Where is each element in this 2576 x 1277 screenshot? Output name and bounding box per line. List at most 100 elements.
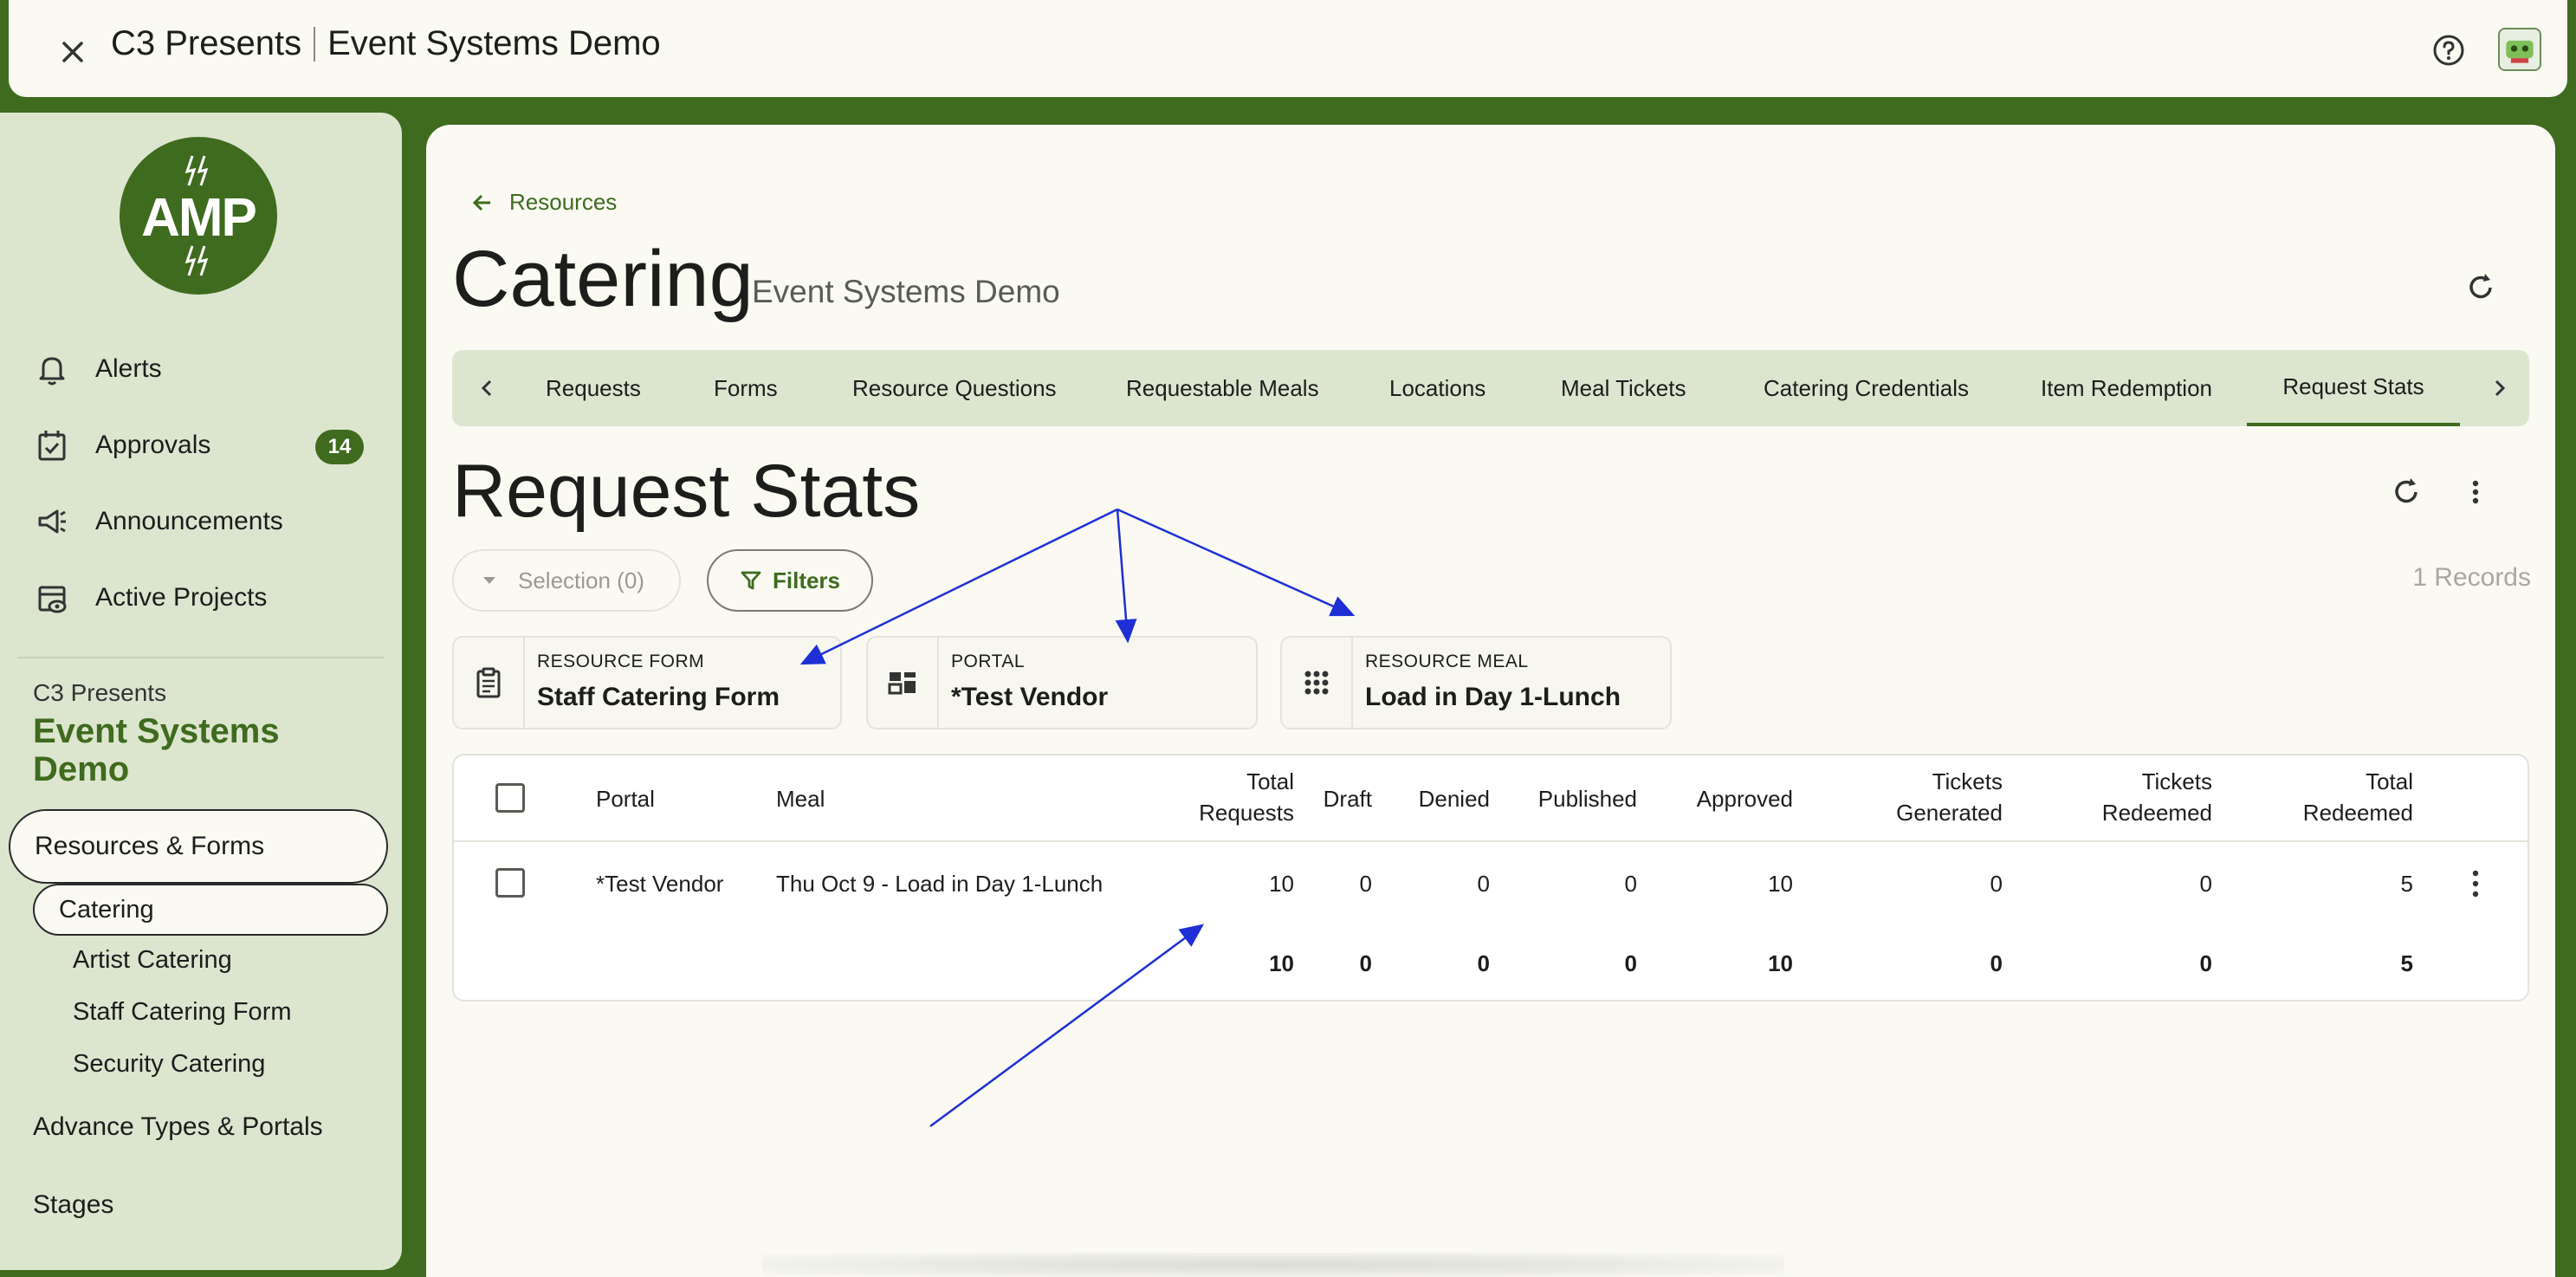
- help-icon[interactable]: [2430, 31, 2468, 69]
- chip-value: *Test Vendor: [951, 683, 1109, 711]
- filters-button[interactable]: Filters: [707, 549, 873, 612]
- chip-label: PORTAL: [951, 651, 1026, 671]
- nav-label: Alerts: [95, 354, 162, 383]
- column-header-tickets-generated[interactable]: Tickets Generated: [1793, 766, 2003, 828]
- chip-label: RESOURCE FORM: [537, 651, 705, 671]
- total-approved: 10: [1768, 950, 1793, 976]
- sidebar-divider: [17, 657, 385, 658]
- column-header-total-requests[interactable]: Total Requests: [1129, 766, 1294, 828]
- column-header-tickets-redeemed[interactable]: Tickets Redeemed: [2003, 766, 2212, 828]
- refresh-icon[interactable]: [2387, 473, 2425, 511]
- total-published: 0: [1624, 950, 1637, 976]
- cell-draft: 0: [1359, 871, 1372, 897]
- column-header-total-redeemed[interactable]: Total Redeemed: [2212, 766, 2413, 828]
- back-link[interactable]: Resources: [471, 189, 617, 216]
- sidebar-item-staff-catering-form[interactable]: Staff Catering Form: [73, 998, 292, 1027]
- calendar-check-icon: [38, 431, 66, 461]
- amp-logo[interactable]: AMP: [120, 137, 277, 295]
- filters-label: Filters: [772, 567, 841, 593]
- chevron-left-icon[interactable]: [468, 369, 506, 407]
- cell-approved: 10: [1768, 871, 1793, 897]
- tab-item-redemption[interactable]: Item Redemption: [2041, 350, 2212, 426]
- nav-label: Active Projects: [95, 583, 268, 612]
- row-more-vertical-icon[interactable]: [2470, 866, 2481, 901]
- approvals-count-badge: 14: [315, 430, 364, 464]
- header-line: Tickets: [2141, 768, 2212, 794]
- records-count: 1 Records: [2412, 563, 2531, 592]
- tab-forms[interactable]: Forms: [714, 350, 778, 426]
- sidebar-item-catering[interactable]: Catering: [33, 884, 388, 936]
- chip-icon-cell: [868, 638, 939, 728]
- nav-resources-forms[interactable]: Resources & Forms: [9, 809, 388, 884]
- column-header-meal[interactable]: Meal: [776, 783, 825, 814]
- header-line: Generated: [1896, 800, 2003, 826]
- chip-icon-cell: [1282, 638, 1353, 728]
- sidebar-org-name: C3 Presents: [33, 679, 167, 706]
- refresh-icon[interactable]: [2462, 269, 2500, 307]
- tab-requestable-meals[interactable]: Requestable Meals: [1126, 350, 1319, 426]
- project-name: Event Systems Demo: [327, 24, 661, 62]
- calendar-eye-icon: [38, 586, 67, 613]
- total-tickets-redeemed: 0: [2199, 950, 2212, 976]
- more-vertical-icon[interactable]: [2456, 473, 2495, 511]
- header-line: Tickets: [1932, 768, 2003, 794]
- nav-active-projects[interactable]: Active Projects: [33, 572, 371, 624]
- header-line: Requests: [1199, 800, 1294, 826]
- sidebar-project-name[interactable]: Event Systems Demo: [33, 712, 362, 788]
- header-line: Redeemed: [2101, 800, 2212, 826]
- cell-portal: *Test Vendor: [596, 871, 724, 897]
- select-all-checkbox[interactable]: [495, 783, 525, 813]
- sidebar: AMP Alerts Approvals 14 Announcements Ac…: [0, 113, 402, 1270]
- row-checkbox[interactable]: [495, 868, 525, 898]
- bell-icon: [39, 357, 65, 386]
- nav-approvals[interactable]: Approvals 14: [33, 419, 371, 471]
- app-title: C3 Presents Event Systems Demo: [111, 24, 661, 63]
- cell-total-redeemed: 5: [2400, 871, 2413, 897]
- stats-table: Portal Meal Total Requests Draft Denied …: [452, 754, 2529, 1002]
- nav-advance-types-portals[interactable]: Advance Types & Portals: [33, 1112, 323, 1142]
- logo-text: AMP: [141, 188, 257, 248]
- back-link-label: Resources: [509, 189, 618, 215]
- page-title: Catering: [452, 235, 754, 323]
- user-avatar[interactable]: [2498, 28, 2541, 71]
- tab-requests[interactable]: Requests: [546, 350, 641, 426]
- arrow-left-icon: [472, 194, 490, 211]
- nav-stages[interactable]: Stages: [33, 1190, 113, 1220]
- filter-chip-resource-meal[interactable]: RESOURCE MEAL Load in Day 1-Lunch: [1280, 636, 1672, 729]
- total-total-requests: 10: [1269, 950, 1294, 976]
- selection-dropdown[interactable]: Selection (0): [452, 549, 681, 612]
- org-name: C3 Presents: [111, 24, 302, 62]
- tab-request-stats[interactable]: Request Stats: [2247, 350, 2460, 426]
- column-header-draft[interactable]: Draft: [1285, 783, 1372, 814]
- cell-denied: 0: [1477, 871, 1490, 897]
- main-panel: Resources Catering Event Systems Demo Re…: [426, 125, 2555, 1277]
- nav-announcements[interactable]: Announcements: [33, 496, 371, 548]
- filter-chip-resource-form[interactable]: RESOURCE FORM Staff Catering Form: [452, 636, 842, 729]
- chip-value: Load in Day 1-Lunch: [1365, 683, 1621, 711]
- close-icon[interactable]: [54, 33, 92, 71]
- tab-locations[interactable]: Locations: [1389, 350, 1485, 426]
- tab-catering-credentials[interactable]: Catering Credentials: [1764, 350, 1969, 426]
- chevron-right-icon[interactable]: [2481, 369, 2519, 407]
- column-header-approved[interactable]: Approved: [1637, 783, 1793, 814]
- cell-total-requests: 10: [1269, 871, 1294, 897]
- nav-label: Announcements: [95, 507, 283, 535]
- column-header-portal[interactable]: Portal: [596, 783, 655, 814]
- chip-value: Staff Catering Form: [537, 683, 780, 711]
- clipboard-icon: [476, 667, 501, 698]
- bottom-shadow: [762, 1253, 1784, 1277]
- column-header-published[interactable]: Published: [1490, 783, 1637, 814]
- filter-chip-portal[interactable]: PORTAL *Test Vendor: [866, 636, 1258, 729]
- sidebar-item-security-catering[interactable]: Security Catering: [73, 1050, 265, 1079]
- header-line: Total: [2366, 768, 2413, 794]
- sidebar-item-artist-catering[interactable]: Artist Catering: [73, 946, 232, 975]
- cell-tickets-generated: 0: [1990, 871, 2003, 897]
- tab-meal-tickets[interactable]: Meal Tickets: [1561, 350, 1686, 426]
- column-header-denied[interactable]: Denied: [1372, 783, 1490, 814]
- cell-published: 0: [1624, 871, 1637, 897]
- tab-resource-questions[interactable]: Resource Questions: [852, 350, 1057, 426]
- dashboard-icon: [888, 672, 916, 695]
- total-draft: 0: [1359, 950, 1372, 976]
- cell-meal: Thu Oct 9 - Load in Day 1-Lunch: [776, 871, 1104, 897]
- nav-alerts[interactable]: Alerts: [33, 343, 371, 395]
